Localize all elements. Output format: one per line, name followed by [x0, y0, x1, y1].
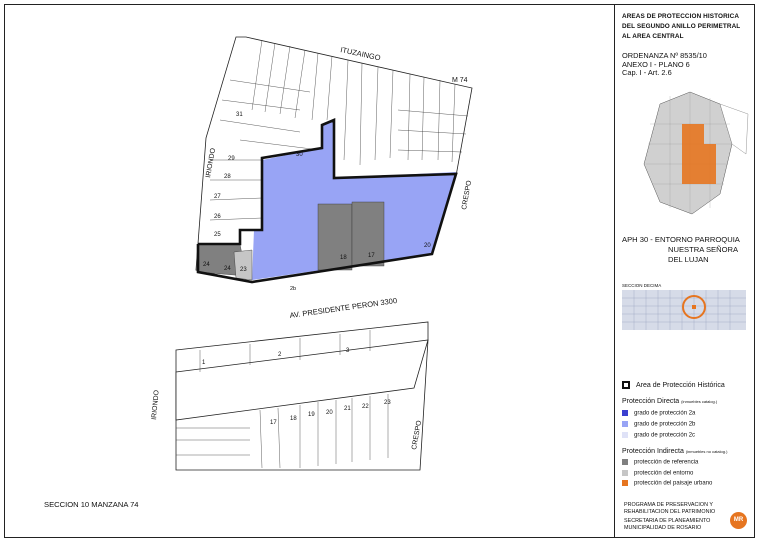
lot-number: 23: [384, 400, 391, 406]
lot-number: 29: [228, 156, 235, 162]
credit-line: PROGRAMA DE PRESERVACION Y: [624, 502, 713, 508]
lot-number: 31: [236, 112, 243, 118]
legend-referencia: protección de referencia: [622, 459, 698, 466]
lot-number: 20: [424, 243, 431, 249]
title-line: AL AREA CENTRAL: [622, 33, 684, 40]
ordinance-line: Cap. I - Art. 2.6: [622, 68, 672, 78]
legend-grado-2a: grado de protección 2a: [622, 410, 695, 417]
aph-line: DEL LUJAN: [668, 255, 709, 264]
legend-note: (inmuebles catalog.): [681, 399, 718, 404]
aph-line: APH 30 - ENTORNO PARROQUIA: [622, 235, 740, 244]
lot-number: 18: [340, 255, 347, 261]
legend-grado-2c: grado de protección 2c: [622, 432, 695, 439]
street-iriondo-lower: IRIONDO: [151, 389, 161, 420]
lot-number: 17: [368, 253, 375, 259]
ordinance-block: ORDENANZA Nº 8535/10 ANEXO I - PLANO 6 C…: [622, 51, 707, 78]
locator-map: [643, 91, 749, 215]
plan-title: AREAS DE PROTECCION HISTORICA DEL SEGUND…: [622, 12, 750, 42]
lot-number: 18: [290, 416, 297, 422]
swatch-2b: [622, 421, 628, 427]
lot-number: 19: [308, 412, 315, 418]
swatch-entorno: [622, 470, 628, 476]
swatch-referencia: [622, 459, 628, 465]
section-map: [622, 290, 746, 330]
section-manzana-label: SECCION 10 MANZANA 74: [44, 500, 139, 509]
lot-number: 2b: [290, 286, 296, 292]
lot-number: 20: [326, 410, 333, 416]
legend-indirecta-title: Protección Indirecta (inmuebles no catal…: [622, 448, 727, 455]
aph-title: APH 30 - ENTORNO PARROQUIA NUESTRA SEÑOR…: [622, 235, 740, 265]
credit-line: MUNICIPALIDAD DE ROSARIO: [624, 524, 702, 531]
swatch-paisaje: [622, 480, 628, 486]
legend-heading: Protección Directa: [622, 398, 680, 405]
lot-referencia-18: [317, 203, 353, 271]
footer-credits: PROGRAMA DE PRESERVACION Y REHABILITACIO…: [624, 502, 724, 531]
legend-label: grado de protección 2b: [634, 421, 696, 428]
lot-number: 30: [296, 152, 303, 158]
street-peron: AV. PRESIDENTE PERON 3300: [289, 296, 398, 320]
legend-paisaje: protección del paisaje urbano: [622, 480, 712, 487]
panel-divider: [614, 4, 615, 538]
lot-number: 22: [362, 404, 369, 410]
manzana-number: M 74: [452, 77, 468, 84]
swatch-2a: [622, 410, 628, 416]
lot-number: 25: [214, 232, 221, 238]
lot-number: 21: [344, 406, 351, 412]
legend-aph: Area de Protección Histórica: [622, 381, 725, 389]
lot-number: 24: [224, 266, 231, 272]
legend-grado-2b: grado de protección 2b: [622, 421, 695, 428]
lot-number: 24: [203, 262, 210, 268]
legend-directa-title: Protección Directa (inmuebles catalog.): [622, 398, 717, 405]
swatch-2c: [622, 432, 628, 438]
aph-swatch: [622, 381, 630, 389]
street-crespo: CRESPO: [461, 179, 473, 210]
municipality-logo: MR: [730, 512, 747, 529]
legend-label: protección del paisaje urbano: [634, 480, 713, 487]
lot-entorno-23: [233, 249, 253, 281]
lot-number: 28: [224, 174, 231, 180]
lot-number: 17: [270, 420, 277, 426]
legend-note: (inmuebles no catalog.): [685, 449, 728, 454]
legend-heading: Protección Indirecta: [622, 448, 684, 455]
credit-line: REHABILITACION DEL PATRIMONIO: [624, 508, 716, 515]
lot-number: 23: [240, 267, 247, 273]
legend-label: protección de referencia: [634, 459, 699, 466]
legend-label: grado de protección 2c: [634, 432, 696, 439]
aph-line: NUESTRA SEÑORA: [668, 245, 739, 254]
title-line: DEL SEGUNDO ANILLO PERIMETRAL: [622, 23, 741, 30]
section-map-label: SECCION DECIMA: [622, 283, 662, 288]
locator-central-area: [682, 124, 704, 184]
title-line: AREAS DE PROTECCION HISTORICA: [622, 13, 740, 20]
legend-label: grado de protección 2a: [634, 410, 696, 417]
lot-number: 26: [214, 214, 221, 220]
lot-number: 27: [214, 194, 221, 200]
legend-label: Area de Protección Histórica: [636, 381, 725, 389]
credit-line: SECRETARIA DE PLANEAMIENTO: [624, 518, 711, 525]
legend-label: protección del entorno: [634, 470, 694, 477]
legend-entorno: protección del entorno: [622, 470, 693, 477]
cadastral-map: ITUZAINGO IRIONDO CRESPO AV. PRESIDENTE …: [151, 36, 473, 471]
